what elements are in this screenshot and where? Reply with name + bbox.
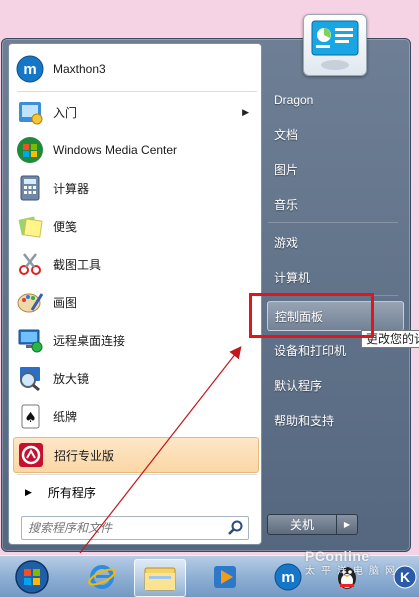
taskbar-explorer[interactable] xyxy=(134,559,186,597)
windows-orb-icon xyxy=(15,560,49,594)
annotation-arrow xyxy=(79,346,242,554)
internet-explorer-icon xyxy=(88,565,116,589)
watermark-sub: 太平洋电脑网 xyxy=(305,566,401,577)
maxthon-icon: m xyxy=(274,563,302,591)
folder-icon xyxy=(144,567,176,591)
taskbar-media-player[interactable] xyxy=(203,559,247,595)
watermark: PConline 太平洋电脑网 xyxy=(305,548,401,577)
media-player-icon xyxy=(214,566,236,588)
taskbar-ie[interactable] xyxy=(80,559,124,595)
svg-text:m: m xyxy=(281,569,294,586)
taskbar-maxthon[interactable]: m xyxy=(266,559,310,595)
start-button[interactable] xyxy=(8,559,56,595)
